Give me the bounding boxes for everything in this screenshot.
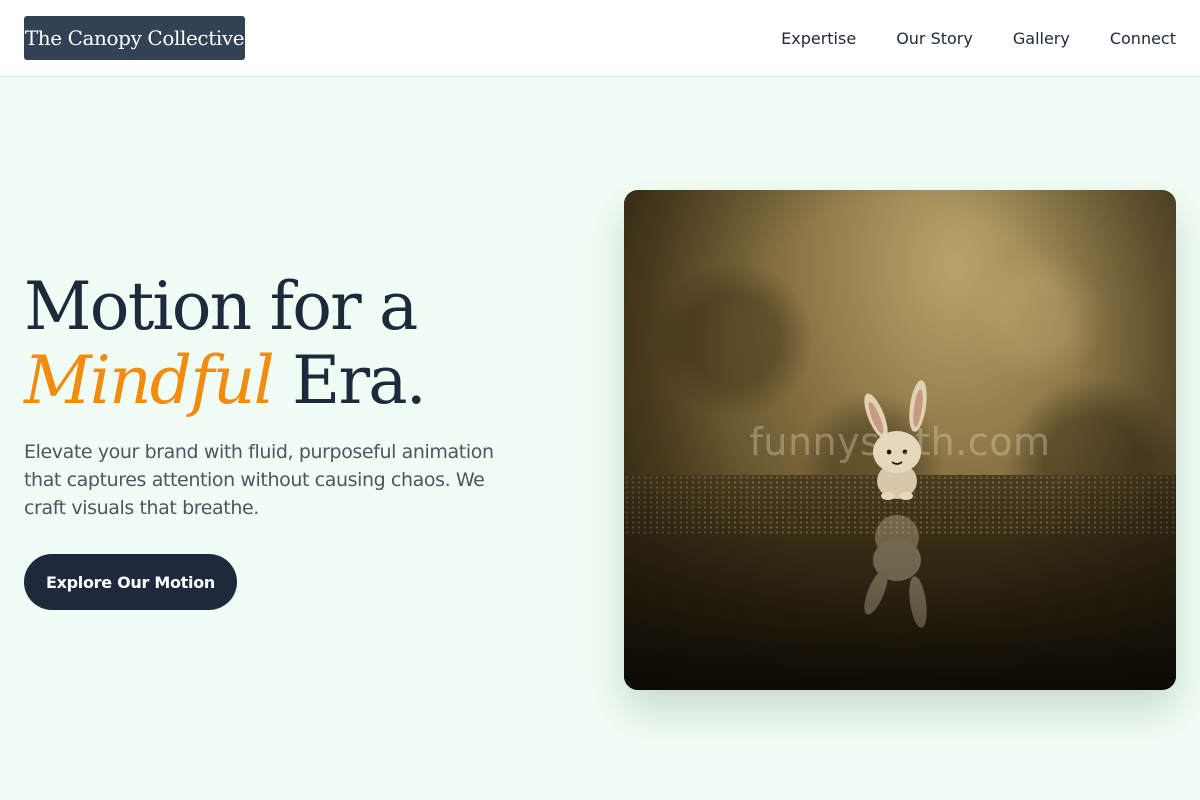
- nav-link-expertise[interactable]: Expertise: [781, 29, 856, 48]
- nav-link-gallery[interactable]: Gallery: [1013, 29, 1070, 48]
- explore-motion-button[interactable]: Explore Our Motion: [24, 554, 237, 610]
- site-header: The Canopy Collective Expertise Our Stor…: [0, 0, 1200, 77]
- headline-line-2-rest: Era.: [272, 342, 427, 419]
- hero-headline: Motion for a Mindful Era.: [24, 270, 584, 418]
- headline-line-1: Motion for a: [24, 268, 418, 345]
- nav-link-our-story[interactable]: Our Story: [896, 29, 973, 48]
- main-nav: Expertise Our Story Gallery Connect: [781, 0, 1176, 76]
- hero-subtext: Elevate your brand with fluid, purposefu…: [24, 441, 494, 519]
- headline-line-2: Mindful Era.: [24, 344, 584, 418]
- headline-accent-word: Mindful: [24, 342, 275, 419]
- nav-link-connect[interactable]: Connect: [1110, 29, 1176, 48]
- brand-logo[interactable]: The Canopy Collective: [24, 16, 245, 60]
- hero-image: funnysloth.com: [624, 190, 1176, 690]
- image-watermark: funnysloth.com: [749, 420, 1051, 464]
